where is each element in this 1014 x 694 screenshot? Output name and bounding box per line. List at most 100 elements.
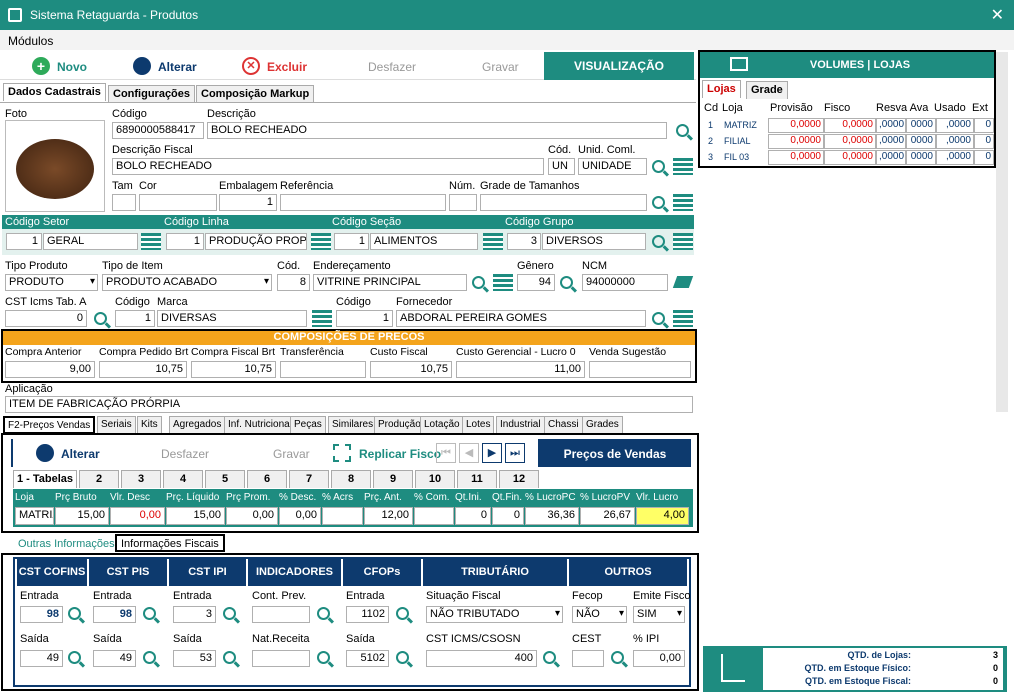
search-cfop-s-icon[interactable]: [396, 651, 409, 664]
tabela-tab-9[interactable]: 10: [415, 470, 455, 488]
cor-field[interactable]: [139, 194, 217, 211]
unid-field[interactable]: UNIDADE: [578, 158, 647, 175]
grade-tam-field[interactable]: [480, 194, 647, 211]
tabela-tab-5[interactable]: 6: [247, 470, 287, 488]
preco-field-4[interactable]: 10,75: [370, 361, 452, 378]
genero-field[interactable]: 94: [517, 274, 555, 291]
marca-list-icon[interactable]: [312, 310, 332, 327]
pis-saida-field[interactable]: 49: [93, 650, 136, 667]
subtab-5[interactable]: Peças: [290, 416, 326, 434]
preco-field-1[interactable]: 10,75: [99, 361, 187, 378]
vol-cell[interactable]: 0000: [906, 118, 936, 133]
next-icon[interactable]: ▶: [482, 443, 502, 463]
vol-loja[interactable]: MATRIZ: [724, 120, 757, 130]
search-cont-prev-icon[interactable]: [317, 607, 330, 620]
ipi-saida-field[interactable]: 53: [173, 650, 216, 667]
cont-prev-field[interactable]: [252, 606, 310, 623]
subtab-4[interactable]: Inf. Nutricional: [224, 416, 296, 434]
search-ipi-e-icon[interactable]: [223, 607, 236, 620]
subtab-10[interactable]: Industrial: [496, 416, 545, 434]
vendas-cell-10[interactable]: 0: [492, 507, 524, 525]
preco-field-6[interactable]: [589, 361, 691, 378]
search-cst-icon[interactable]: [94, 312, 107, 325]
novo-button[interactable]: Novo: [57, 60, 87, 74]
menu-modulos[interactable]: Módulos: [8, 34, 53, 48]
tam-field[interactable]: [112, 194, 136, 211]
cfop-saida-field[interactable]: 5102: [346, 650, 389, 667]
aplicacao-field[interactable]: ITEM DE FABRICAÇÃO PRÓRPIA: [5, 396, 693, 413]
subtab-8[interactable]: Lotação: [420, 416, 464, 434]
list-grade-icon[interactable]: [673, 194, 693, 211]
secao-cod-field[interactable]: 1: [334, 233, 369, 250]
vendas-cell-0[interactable]: MATRIZ: [15, 507, 54, 525]
tabela-tab-4[interactable]: 5: [205, 470, 245, 488]
linha-list-icon[interactable]: [311, 233, 331, 250]
excluir-button[interactable]: Excluir: [267, 60, 307, 74]
close-icon[interactable]: ✕: [991, 5, 1004, 25]
vendas-alterar-button[interactable]: Alterar: [61, 447, 100, 461]
vol-loja[interactable]: FIL 03: [724, 152, 749, 162]
search-cofins-s-icon[interactable]: [68, 651, 81, 664]
codigo-field[interactable]: 6890000588417: [112, 122, 204, 139]
vol-cell[interactable]: ,0000: [936, 150, 974, 165]
subtab-1[interactable]: Seriais: [97, 416, 136, 434]
product-photo[interactable]: [5, 120, 105, 212]
desc-fiscal-field[interactable]: BOLO RECHEADO: [112, 158, 544, 175]
ncm-field[interactable]: 94000000: [582, 274, 668, 291]
tabela-tab-0[interactable]: 1 - Tabelas: [13, 470, 77, 488]
grupo-field[interactable]: DIVERSOS: [542, 233, 646, 250]
desfazer-button[interactable]: Desfazer: [368, 60, 416, 74]
nat-receita-field[interactable]: [252, 650, 310, 667]
sit-fiscal-select[interactable]: NÃO TRIBUTADO: [426, 606, 563, 623]
last-icon[interactable]: ⏭: [505, 443, 525, 463]
vendas-cell-6[interactable]: [322, 507, 363, 525]
referencia-field[interactable]: [280, 194, 446, 211]
linha-field[interactable]: PRODUÇÃO PROPRIA: [205, 233, 307, 250]
vol-cell[interactable]: 0,0000: [768, 150, 824, 165]
marca-field[interactable]: DIVERSAS: [157, 310, 307, 327]
tabela-tab-3[interactable]: 4: [163, 470, 203, 488]
subtab-7[interactable]: Produção: [374, 416, 425, 434]
vendas-cell-7[interactable]: 12,00: [364, 507, 413, 525]
search-grupo-icon[interactable]: [652, 235, 665, 248]
list-icon[interactable]: [673, 158, 693, 175]
replicar-fisco-button[interactable]: Replicar Fisco: [359, 447, 441, 461]
tabela-tab-8[interactable]: 9: [373, 470, 413, 488]
preco-field-2[interactable]: 10,75: [191, 361, 276, 378]
search-nat-receita-icon[interactable]: [317, 651, 330, 664]
search-cfop-e-icon[interactable]: [396, 607, 409, 620]
subtab-11[interactable]: Chassi: [544, 416, 583, 434]
vol-cell[interactable]: 0: [974, 118, 994, 133]
right-scrollbar[interactable]: [996, 52, 1008, 412]
end-cod-field[interactable]: 8: [277, 274, 310, 291]
tab-configuracoes[interactable]: Configurações: [108, 85, 196, 103]
tab-grade[interactable]: Grade: [746, 81, 788, 99]
fecop-select[interactable]: NÃO: [572, 606, 627, 623]
search-cst-csosn-icon[interactable]: [543, 651, 556, 664]
secao-list-icon[interactable]: [483, 233, 503, 250]
subtab-3[interactable]: Agregados: [169, 416, 226, 434]
tab-outras-informacoes[interactable]: Outras Informações: [14, 536, 119, 554]
forn-list-icon[interactable]: [673, 310, 693, 327]
subtab-6[interactable]: Similares: [328, 416, 378, 434]
enderecamento-field[interactable]: VITRINE PRINCIPAL: [313, 274, 467, 291]
first-icon[interactable]: ⏮: [436, 443, 456, 463]
subtab-12[interactable]: Grades: [582, 416, 623, 434]
num-field[interactable]: [449, 194, 477, 211]
grupo-cod-field[interactable]: 3: [507, 233, 541, 250]
tabela-tab-2[interactable]: 3: [121, 470, 161, 488]
vol-cell[interactable]: 0,0000: [824, 134, 876, 149]
end-list-icon[interactable]: [493, 274, 513, 291]
vendas-cell-2[interactable]: 0,00: [110, 507, 165, 525]
secao-field[interactable]: ALIMENTOS: [370, 233, 478, 250]
vendas-cell-13[interactable]: 4,00: [636, 507, 689, 525]
tab-informacoes-fiscais[interactable]: Informações Fiscais: [115, 534, 225, 552]
search-end-icon[interactable]: [472, 276, 485, 289]
vendas-cell-9[interactable]: 0: [455, 507, 491, 525]
forn-cod-field[interactable]: 1: [336, 310, 393, 327]
subtab-9[interactable]: Lotes: [462, 416, 495, 434]
vol-loja[interactable]: FILIAL: [724, 136, 751, 146]
embalagem-field[interactable]: 1: [219, 194, 277, 211]
prev-icon[interactable]: ◀: [459, 443, 479, 463]
vol-cell[interactable]: 0,0000: [768, 134, 824, 149]
